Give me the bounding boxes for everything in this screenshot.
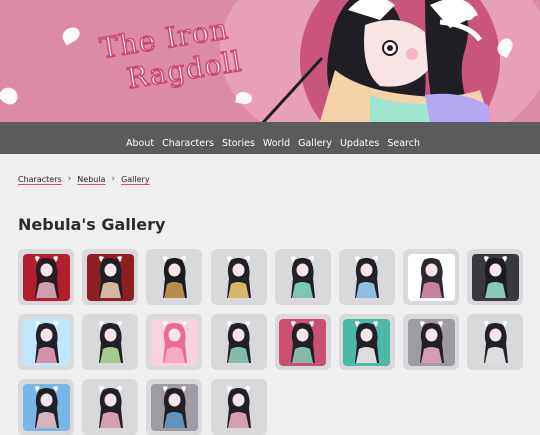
thumbnail-artwork (215, 383, 263, 431)
thumbnail-artwork (86, 253, 134, 301)
nav-updates[interactable]: Updates (336, 138, 383, 149)
breadcrumb-gallery[interactable]: Gallery (121, 175, 150, 184)
thumbnail-artwork (150, 253, 198, 301)
thumbnail-artwork (407, 318, 455, 366)
page-title: Nebula's Gallery (18, 215, 166, 234)
gallery-thumbnail[interactable] (210, 314, 267, 370)
thumbnail-artwork (22, 253, 70, 301)
breadcrumb-separator: › (67, 174, 72, 184)
gallery-thumbnail[interactable] (82, 249, 139, 305)
gallery-thumbnail[interactable] (18, 249, 74, 305)
gallery-thumbnail[interactable] (403, 249, 460, 305)
gallery-thumbnail[interactable] (82, 314, 139, 370)
gallery-thumbnail[interactable] (467, 249, 524, 305)
gallery-thumbnail[interactable] (338, 314, 395, 370)
gallery-thumbnail[interactable] (210, 379, 267, 435)
thumbnail-artwork (86, 383, 134, 431)
gallery-thumbnail[interactable] (338, 249, 395, 305)
gallery-grid (18, 249, 528, 435)
gallery-thumbnail[interactable] (146, 314, 203, 370)
gallery-thumbnail[interactable] (467, 314, 524, 370)
gallery-thumbnail[interactable] (210, 249, 267, 305)
thumbnail-artwork (471, 318, 519, 366)
thumbnail-artwork (279, 253, 327, 301)
gallery-thumbnail[interactable] (82, 379, 139, 435)
thumbnail-artwork (150, 383, 198, 431)
gallery-thumbnail[interactable] (18, 314, 74, 370)
banner-petal (0, 84, 22, 108)
banner-petal (59, 24, 83, 46)
site-banner: The Iron Ragdoll (0, 0, 540, 122)
nav-about[interactable]: About (122, 138, 158, 149)
gallery-thumbnail[interactable] (403, 314, 460, 370)
nav-gallery[interactable]: Gallery (294, 138, 336, 149)
nav-characters[interactable]: Characters (158, 138, 218, 149)
thumbnail-artwork (22, 383, 70, 431)
nav-search[interactable]: Search (383, 138, 424, 149)
thumbnail-artwork (343, 318, 391, 366)
gallery-thumbnail[interactable] (274, 314, 331, 370)
nav-world[interactable]: World (259, 138, 294, 149)
breadcrumb: Characters › Nebula › Gallery (18, 174, 150, 184)
thumbnail-artwork (22, 318, 70, 366)
thumbnail-artwork (215, 253, 263, 301)
thumbnail-artwork (343, 253, 391, 301)
thumbnail-artwork (471, 253, 519, 301)
thumbnail-artwork (215, 318, 263, 366)
main-nav: About Characters Stories World Gallery U… (0, 122, 540, 154)
thumbnail-artwork (86, 318, 134, 366)
breadcrumb-characters[interactable]: Characters (18, 175, 62, 184)
thumbnail-artwork (279, 318, 327, 366)
breadcrumb-nebula[interactable]: Nebula (77, 175, 105, 184)
nebula-character-illustration (261, 0, 490, 122)
gallery-thumbnail[interactable] (274, 249, 331, 305)
nav-stories[interactable]: Stories (218, 138, 259, 149)
thumbnail-artwork (407, 253, 455, 301)
site-title[interactable]: The Iron Ragdoll (88, 11, 247, 102)
breadcrumb-separator: › (111, 174, 116, 184)
thumbnail-artwork (150, 318, 198, 366)
gallery-thumbnail[interactable] (18, 379, 74, 435)
gallery-thumbnail[interactable] (146, 379, 203, 435)
gallery-thumbnail[interactable] (146, 249, 203, 305)
